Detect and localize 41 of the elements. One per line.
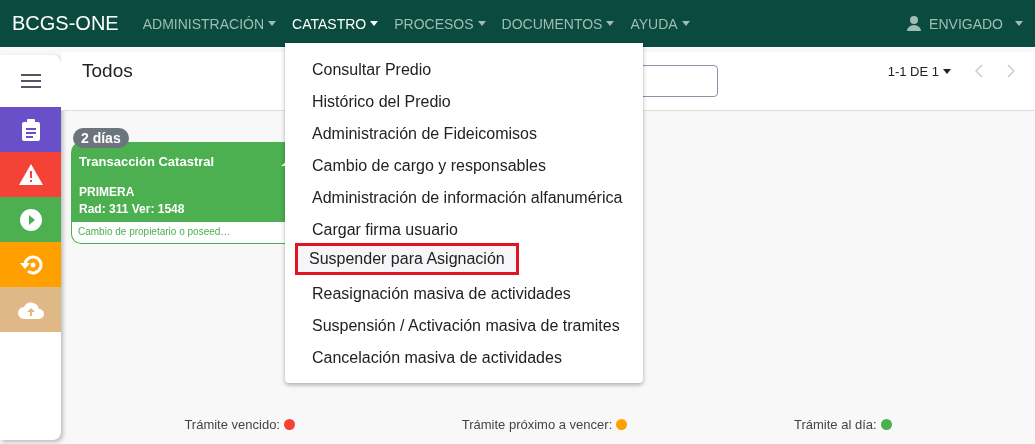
- legend-label: Trámite próximo a vencer:: [461, 417, 613, 432]
- caret-icon: [681, 21, 690, 26]
- sidebar-button[interactable]: [0, 152, 61, 197]
- next-icon[interactable]: [1007, 64, 1015, 78]
- pagination-menu[interactable]: 1-1 DE 1: [887, 63, 951, 79]
- caret-icon: [268, 21, 277, 26]
- days-badge: 2 días: [73, 128, 129, 148]
- play-icon: [19, 208, 42, 231]
- sidebar-button[interactable]: [0, 197, 61, 242]
- nav-menu[interactable]: DOCUMENTOS: [501, 15, 615, 32]
- legend-label: Trámite al día:: [794, 417, 877, 432]
- menu-item[interactable]: Reasignación masiva de actividades: [297, 275, 643, 307]
- user-menu[interactable]: ENVIGADO: [907, 15, 1023, 32]
- previous-icon[interactable]: [975, 64, 983, 78]
- nav-menu[interactable]: AYUDA: [630, 15, 690, 32]
- card-text: PRIMERA: [79, 185, 136, 199]
- cloud-upload-icon: [17, 300, 44, 319]
- caret-icon: [943, 68, 951, 74]
- menu-item[interactable]: Suspender para Asignación: [295, 243, 519, 275]
- nav-menu[interactable]: PROCESOS: [394, 15, 486, 32]
- menu-item[interactable]: Histórico del Predio: [297, 83, 643, 115]
- user-icon: [907, 16, 922, 31]
- caret-icon: [477, 21, 486, 26]
- nav-menu[interactable]: CATASTRO: [292, 15, 379, 32]
- caret-icon: [370, 21, 379, 26]
- nav-menu[interactable]: ADMINISTRACIÓN: [142, 15, 277, 32]
- clipboard-icon: [21, 118, 40, 141]
- menu-item[interactable]: Suspensión / Activación masiva de tramites: [297, 307, 643, 339]
- page-title: Todos: [82, 60, 133, 82]
- menu-item[interactable]: Consultar Predio: [297, 51, 643, 83]
- menu-item[interactable]: Cancelación masiva de actividades: [297, 339, 643, 371]
- card-text: Rad: 311 Ver: 1548: [79, 202, 186, 216]
- warning-icon: [18, 164, 43, 185]
- history-icon: [18, 253, 43, 276]
- caret-icon: [1015, 21, 1023, 26]
- card-title: Transacción Catastral: [79, 154, 216, 169]
- brand-title[interactable]: BCGS-ONE: [12, 12, 119, 35]
- legend-label: Trámite vencido:: [184, 417, 280, 432]
- sidebar-button[interactable]: [0, 107, 61, 152]
- menu-icon[interactable]: [20, 74, 41, 88]
- caret-icon: [606, 21, 615, 26]
